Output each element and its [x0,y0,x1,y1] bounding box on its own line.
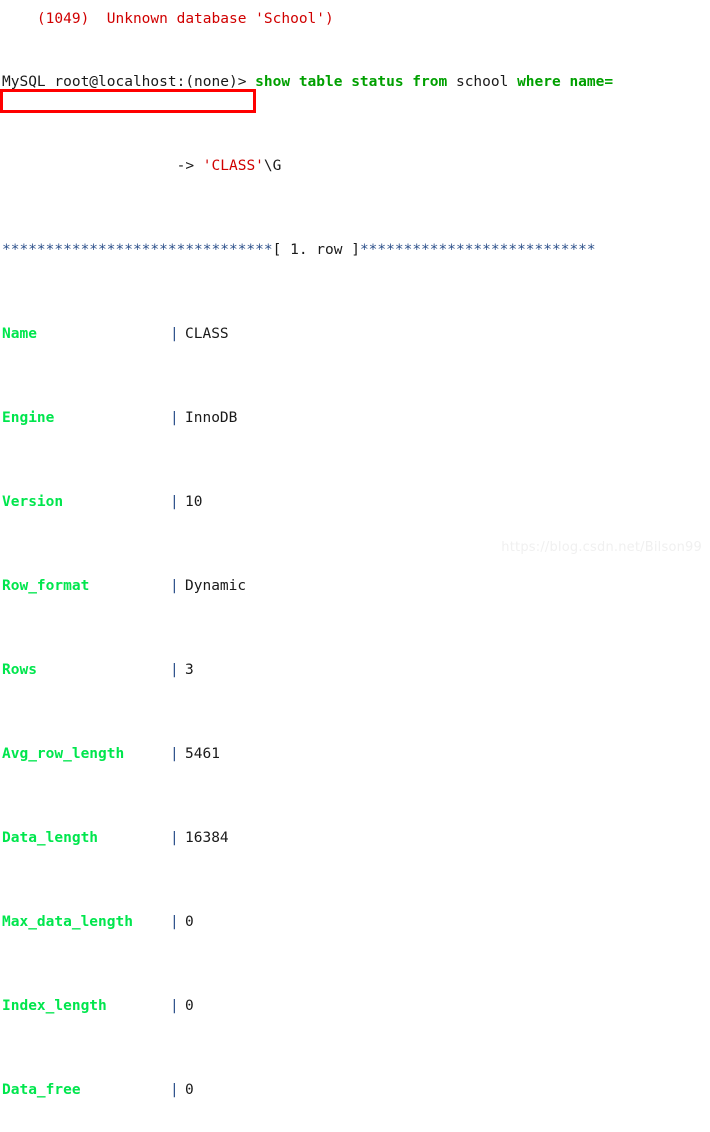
separator-asterisks-right: *************************** [359,242,596,258]
field-value-name: CLASS [185,326,229,342]
field-value-max-data-length: 0 [185,914,194,930]
table-row: Data_free | 0 [0,1080,710,1101]
field-value-data-length: 16384 [185,830,229,846]
field-label-version: Version [2,494,64,510]
command-line-2: -> 'CLASS'\G [0,156,710,177]
column-separator: | [170,746,179,762]
field-value-version: 10 [185,494,203,510]
vertical-output-flag: \G [263,158,282,174]
field-label-max-data-length: Max_data_length [2,914,133,930]
table-row: Avg_row_length | 5461 [0,744,710,765]
field-value-data-free: 0 [185,1082,194,1098]
field-label-data-free: Data_free [2,1082,81,1098]
column-separator: | [170,326,179,342]
continuation-prompt: -> [2,158,203,174]
watermark: https://blog.csdn.net/Bilson99 [501,540,702,555]
field-label-rows: Rows [2,662,37,678]
table-row: Row_format | Dynamic [0,576,710,597]
field-label-engine: Engine [2,410,55,426]
column-separator: | [170,914,179,930]
sql-keyword-where-name: where name= [517,74,614,90]
column-separator: | [170,578,179,594]
field-value-row-format: Dynamic [185,578,247,594]
shell-prompt: MySQL root@localhost:(none)> [2,74,256,90]
clipped-error-line: (1049) Unknown database 'School') [0,0,710,27]
field-label-avg-row-length: Avg_row_length [2,746,125,762]
table-row: Engine | InnoDB [0,408,710,429]
table-row: Max_data_length | 0 [0,912,710,933]
table-row: Name | CLASS [0,324,710,345]
column-separator: | [170,998,179,1014]
column-separator: | [170,410,179,426]
field-label-data-length: Data_length [2,830,99,846]
field-value-rows: 3 [185,662,194,678]
sql-string-literal: 'CLASS' [202,158,264,174]
row-separator: *******************************[ 1. row … [0,240,710,261]
field-value-avg-row-length: 5461 [185,746,220,762]
table-row: Version | 10 [0,492,710,513]
separator-row-label: [ 1. row ] [272,242,360,258]
table-row: Index_length | 0 [0,996,710,1017]
table-row: Rows | 3 [0,660,710,681]
field-label-name: Name [2,326,37,342]
column-separator: | [170,830,179,846]
sql-database-name: school [447,74,518,90]
separator-asterisks-left: ******************************* [2,242,273,258]
terminal-window[interactable]: (1049) Unknown database 'School') MySQL … [0,0,710,1098]
sql-keyword-show-table-status-from: show table status from [255,74,448,90]
field-value-engine: InnoDB [185,410,238,426]
table-row: Data_length | 16384 [0,828,710,849]
column-separator: | [170,1082,179,1098]
field-label-row-format: Row_format [2,578,90,594]
column-separator: | [170,494,179,510]
field-label-index-length: Index_length [2,998,107,1014]
field-value-index-length: 0 [185,998,194,1014]
column-separator: | [170,662,179,678]
command-line-1: MySQL root@localhost:(none)> show table … [0,72,710,93]
